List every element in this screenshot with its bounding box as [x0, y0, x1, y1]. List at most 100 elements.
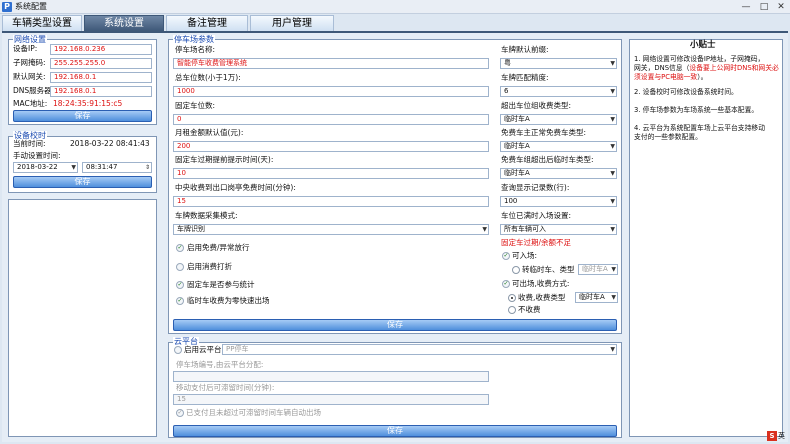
- gateway-label: 默认网关:: [13, 72, 46, 81]
- cloud-platform-select[interactable]: PP停车 ▼: [222, 344, 617, 355]
- tip-4-line-2: 支付的一些参数配置。: [634, 133, 702, 141]
- tip-1-line-2: 网关，DNS信息（设备要上公网时DNS和网关必: [634, 64, 779, 73]
- delay-field[interactable]: 15: [173, 394, 489, 405]
- expire-notice-label: 固定车过期提前提示时间(天):: [175, 155, 274, 164]
- match-precision-value: 6: [504, 87, 509, 95]
- ip-field[interactable]: 192.168.0.236: [50, 44, 152, 55]
- fee-type-value: 临时车A: [579, 293, 605, 301]
- window-title: 系统配置: [15, 2, 47, 11]
- current-time-label: 当前时间:: [13, 139, 46, 148]
- capture-mode-value: 车牌识别: [177, 225, 205, 233]
- tab-remarks[interactable]: 备注管理: [166, 15, 248, 31]
- lot-name-label: 停车场名称:: [175, 45, 216, 54]
- language-indicator[interactable]: 英: [778, 431, 785, 441]
- total-spaces-label: 总车位数(小于1万):: [175, 73, 241, 82]
- check-icon[interactable]: ✓: [176, 297, 184, 305]
- tip-1-line-3: 须设置与PC电脑一致）。: [634, 73, 707, 82]
- free-main-value: 临时车A: [504, 142, 530, 150]
- auto-exit-label: 已支付且未超过可滞留时间车辆自动出场: [186, 408, 321, 417]
- mask-field[interactable]: 255.255.255.0: [50, 58, 152, 69]
- match-precision-select[interactable]: 6 ▼: [500, 86, 617, 97]
- tab-bar: 车辆类型设置 系统设置 备注管理 用户管理: [0, 15, 790, 31]
- current-time-value: 2018-03-22 08:41:43: [70, 139, 150, 148]
- tip-1-text: 网关，DNS信息（: [634, 64, 690, 72]
- central-free-label: 中央收费到出口岗亭免费时间(分钟):: [175, 183, 296, 192]
- quick-exit-label: 临时车收费为零快速出场: [187, 296, 270, 305]
- monthly-fee-label: 月租金额默认值(元):: [175, 128, 244, 137]
- checkbox-icon[interactable]: ✓: [174, 346, 182, 354]
- chevron-down-icon: ▼: [611, 266, 616, 273]
- query-rows-select[interactable]: 100 ▼: [500, 196, 617, 207]
- dns-field[interactable]: 192.168.0.1: [50, 86, 152, 97]
- fixed-spaces-field[interactable]: 0: [173, 114, 489, 125]
- expire-notice-field[interactable]: 10: [173, 168, 489, 179]
- tab-vehicle-type[interactable]: 车辆类型设置: [2, 15, 82, 31]
- query-rows-value: 100: [504, 197, 518, 205]
- check-icon[interactable]: ✓: [176, 281, 184, 289]
- full-entry-value: 所有车辆可入: [504, 225, 546, 233]
- to-temp-label: 转临时车、类型: [522, 265, 575, 274]
- time-stepper[interactable]: 08:31:47 ⇕: [82, 162, 152, 173]
- discount-label: 启用消费打折: [187, 262, 232, 271]
- capture-mode-select[interactable]: 车牌识别 ▼: [173, 224, 489, 235]
- input-method-icon[interactable]: S: [767, 431, 777, 441]
- mac-label: MAC地址:: [13, 99, 48, 108]
- tip-1-line-1: 1. 网络设置可修改设备IP地址，子网掩码，: [634, 55, 765, 63]
- parking-save-button[interactable]: 保存: [173, 319, 617, 331]
- total-spaces-field[interactable]: 1000: [173, 86, 489, 97]
- lot-name-field[interactable]: 智能停车收费管理系统: [173, 58, 489, 69]
- cloud-platform-value: PP停车: [226, 345, 249, 353]
- fee-type-select[interactable]: 临时车A ▼: [575, 292, 618, 303]
- tip-1-end: ）。: [697, 73, 708, 81]
- central-free-field[interactable]: 15: [173, 196, 489, 207]
- checkbox-icon[interactable]: ✓: [176, 263, 184, 271]
- chevron-down-icon: ▼: [482, 226, 487, 233]
- to-temp-value: 临时车A: [582, 265, 608, 273]
- tab-system-settings[interactable]: 系统设置: [84, 15, 164, 31]
- window-titlebar: [0, 0, 790, 14]
- fee-radio[interactable]: [508, 294, 516, 302]
- chevron-down-icon: ▼: [610, 60, 615, 67]
- can-exit-label: 可出场,收费方式:: [512, 279, 570, 288]
- maximize-button[interactable]: □: [756, 0, 772, 14]
- monthly-fee-field[interactable]: 200: [173, 141, 489, 152]
- ip-label: 设备IP:: [13, 44, 38, 53]
- overflow-type-select[interactable]: 临时车A ▼: [500, 114, 617, 125]
- check-icon[interactable]: ✓: [502, 280, 510, 288]
- chevron-down-icon: ▼: [611, 294, 616, 301]
- manual-time-label: 手动设置时间:: [13, 151, 61, 160]
- plate-prefix-select[interactable]: 粤 ▼: [500, 58, 617, 69]
- chevron-down-icon: ▼: [610, 143, 615, 150]
- chevron-down-icon: ▼: [610, 198, 615, 205]
- check-icon[interactable]: ✓: [502, 252, 510, 260]
- free-over-select[interactable]: 临时车A ▼: [500, 168, 617, 179]
- to-temp-select[interactable]: 临时车A ▼: [578, 264, 618, 275]
- tab-users[interactable]: 用户管理: [250, 15, 334, 31]
- check-icon[interactable]: ✓: [176, 409, 184, 417]
- plate-prefix-label: 车牌默认前缀:: [501, 45, 549, 54]
- tips-panel: [629, 39, 783, 437]
- full-entry-select[interactable]: 所有车辆可入 ▼: [500, 224, 617, 235]
- time-save-button[interactable]: 保存: [13, 176, 152, 188]
- cloud-save-button[interactable]: 保存: [173, 425, 617, 437]
- free-main-select[interactable]: 临时车A ▼: [500, 141, 617, 152]
- date-picker[interactable]: 2018-03-22 ▼: [13, 162, 78, 173]
- mask-label: 子网掩码:: [13, 58, 46, 67]
- overflow-type-value: 临时车A: [504, 115, 530, 123]
- network-save-button[interactable]: 保存: [13, 110, 152, 122]
- clock-value: 08:31:47: [86, 163, 118, 171]
- query-rows-label: 查询显示记录数(行):: [501, 183, 570, 192]
- dropdown-arrow-icon: ▼: [71, 164, 76, 171]
- to-temp-radio[interactable]: [512, 266, 520, 274]
- check-icon[interactable]: ✓: [176, 244, 184, 252]
- delay-label: 移动支付后可滞留时间(分钟):: [176, 383, 275, 392]
- free-over-label: 免费车组超出后临时车类型:: [501, 155, 594, 164]
- plate-prefix-value: 粤: [504, 59, 511, 67]
- gateway-field[interactable]: 192.168.0.1: [50, 72, 152, 83]
- close-button[interactable]: ✕: [773, 0, 789, 14]
- match-precision-label: 车牌匹配精度:: [501, 73, 549, 82]
- lot-code-field[interactable]: [173, 371, 489, 382]
- no-fee-radio[interactable]: [508, 306, 516, 314]
- minimize-button[interactable]: —: [738, 0, 754, 14]
- mac-value: 18:24:35:91:15:c5: [53, 99, 123, 108]
